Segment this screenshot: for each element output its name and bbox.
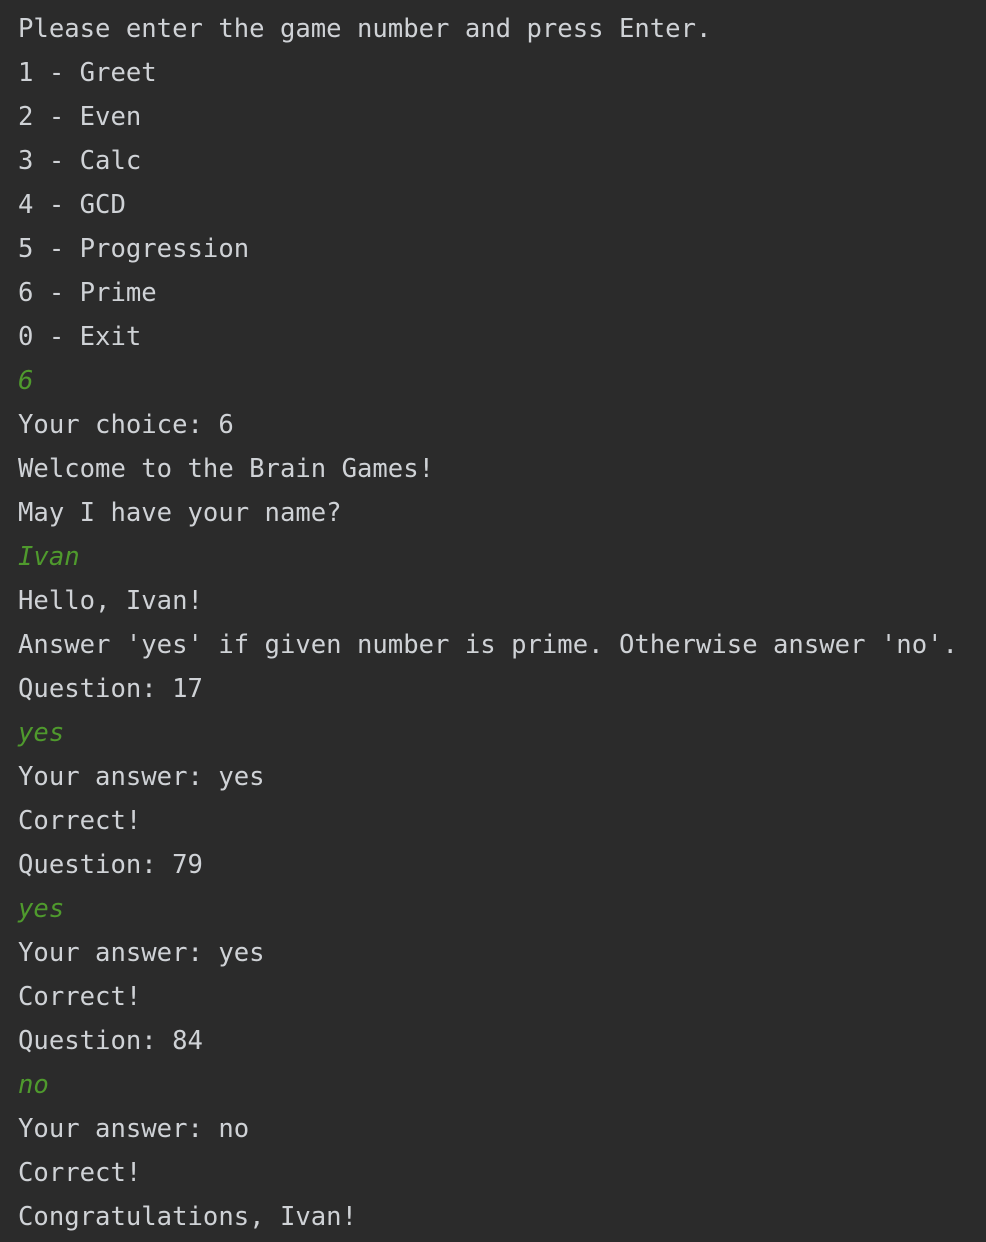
console-output-line: Correct! xyxy=(18,806,142,836)
console-output-line: Your answer: no xyxy=(18,1114,250,1144)
console-user-input-line: yes xyxy=(18,718,65,748)
console-output-line: Congratulations, Ivan! xyxy=(18,1202,357,1232)
console-output-line: Question: 17 xyxy=(18,674,203,704)
console-output-line: Welcome to the Brain Games! xyxy=(18,454,435,484)
console-user-input-line: no xyxy=(18,1070,49,1100)
console-output-line: 5 - Progression xyxy=(18,234,250,264)
console-output-line: Your choice: 6 xyxy=(18,410,234,440)
console-output-line: 3 - Calc xyxy=(18,146,142,176)
console-output-line: Please enter the game number and press E… xyxy=(18,14,712,44)
console-output-line: Your answer: yes xyxy=(18,762,265,792)
console-user-input-line: yes xyxy=(18,894,65,924)
console-output-line: 4 - GCD xyxy=(18,190,126,220)
console-output-line: Your answer: yes xyxy=(18,938,265,968)
console-output-line: 0 - Exit xyxy=(18,322,142,352)
console-output-line: Correct! xyxy=(18,982,142,1012)
console-output-line: 2 - Even xyxy=(18,102,142,132)
console-output[interactable]: Please enter the game number and press E… xyxy=(0,0,986,1242)
console-output-line: Question: 84 xyxy=(18,1026,203,1056)
console-output-line: Question: 79 xyxy=(18,850,203,880)
console-user-input-line: Ivan xyxy=(18,542,80,572)
console-user-input-line: 6 xyxy=(18,366,34,396)
console-output-line: 1 - Greet xyxy=(18,58,157,88)
console-output-line: 6 - Prime xyxy=(18,278,157,308)
console-output-line: May I have your name? xyxy=(18,498,342,528)
console-output-line: Answer 'yes' if given number is prime. O… xyxy=(18,630,958,660)
console-output-line: Hello, Ivan! xyxy=(18,586,203,616)
console-output-line: Correct! xyxy=(18,1158,142,1188)
